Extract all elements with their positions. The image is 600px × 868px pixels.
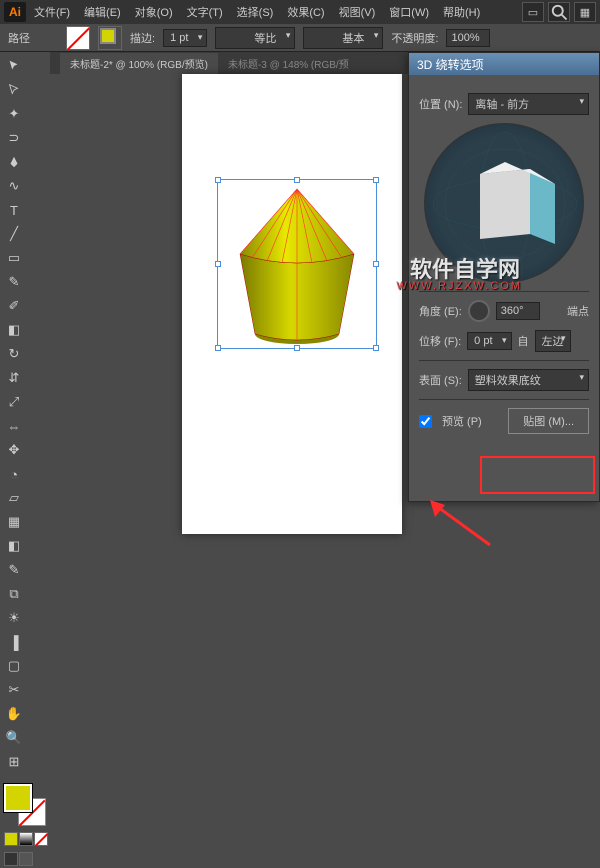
free-transform-tool-icon[interactable]: ✥	[3, 439, 25, 461]
reflect-tool-icon[interactable]: ⇵	[3, 367, 25, 389]
zoom-tool-icon[interactable]: 🔍	[3, 727, 25, 749]
hand-tool-icon[interactable]: ✋	[3, 703, 25, 725]
offset-input[interactable]: 0 pt	[467, 332, 511, 350]
lasso-tool-icon[interactable]: ⊃	[3, 127, 25, 149]
path-label: 路径	[8, 30, 30, 46]
brush-dropdown[interactable]: 基本	[303, 27, 383, 49]
position-label: 位置 (N):	[419, 96, 462, 112]
magic-wand-tool-icon[interactable]: ✦	[3, 103, 25, 125]
angle-label: 角度 (E):	[419, 303, 462, 319]
selection-tool-icon[interactable]	[3, 55, 25, 77]
stroke-weight-input[interactable]: 1 pt	[163, 29, 207, 47]
handle-br[interactable]	[373, 345, 379, 351]
width-tool-icon[interactable]: ⇔	[3, 415, 25, 437]
preview-label: 预览 (P)	[442, 413, 482, 429]
shape-builder-tool-icon[interactable]: ◔	[3, 463, 25, 485]
position-dropdown[interactable]: 离轴 - 前方	[468, 93, 589, 115]
angle-input[interactable]: 360°	[496, 302, 540, 320]
rectangle-tool-icon[interactable]: ▭	[3, 247, 25, 269]
surface-dropdown[interactable]: 塑料效果底纹	[468, 369, 589, 391]
artboard	[182, 74, 402, 534]
from-label: 自	[518, 333, 529, 349]
handle-tl[interactable]	[215, 177, 221, 183]
arrange-icon[interactable]: ▦	[574, 2, 596, 22]
menu-window[interactable]: 窗口(W)	[383, 2, 435, 22]
map-art-button[interactable]: 贴图 (M)...	[508, 408, 589, 434]
mesh-tool-icon[interactable]: ▦	[3, 511, 25, 533]
app-logo: Ai	[4, 2, 26, 22]
menu-edit[interactable]: 编辑(E)	[78, 2, 127, 22]
handle-tm[interactable]	[294, 177, 300, 183]
menu-object[interactable]: 对象(O)	[129, 2, 179, 22]
menu-text[interactable]: 文字(T)	[181, 2, 229, 22]
menu-effect[interactable]: 效果(C)	[281, 2, 330, 22]
symbol-tool-icon[interactable]: ☀	[3, 607, 25, 629]
preview-checkbox[interactable]	[419, 415, 432, 428]
gradient-tool-icon[interactable]: ◧	[3, 535, 25, 557]
graph-tool-icon[interactable]: ▐	[3, 631, 25, 653]
rotate-tool-icon[interactable]: ↻	[3, 343, 25, 365]
menu-select[interactable]: 选择(S)	[231, 2, 280, 22]
surface-label: 表面 (S):	[419, 372, 462, 388]
angle-dial[interactable]	[468, 300, 490, 322]
artboard-tool-icon[interactable]: ▢	[3, 655, 25, 677]
type-tool-icon[interactable]: T	[3, 199, 25, 221]
mini-swatch-gradient[interactable]	[19, 832, 33, 846]
stroke-label: 描边:	[130, 30, 155, 46]
opacity-input[interactable]: 100%	[446, 29, 490, 47]
handle-tr[interactable]	[373, 177, 379, 183]
control-bar: 路径 描边: 1 pt 等比 基本 不透明度: 100%	[0, 24, 600, 52]
cap-label: 端点	[567, 303, 589, 319]
search-icon[interactable]	[548, 2, 570, 22]
eraser-tool-icon[interactable]: ◧	[3, 319, 25, 341]
3d-shape[interactable]	[222, 184, 372, 344]
blend-tool-icon[interactable]: ⧉	[3, 583, 25, 605]
pen-tool-icon[interactable]	[3, 151, 25, 173]
mini-swatch-none[interactable]	[34, 832, 48, 846]
handle-mr[interactable]	[373, 261, 379, 267]
tab-doc1[interactable]: 未标题-2* @ 100% (RGB/预览)	[60, 53, 218, 74]
paintbrush-tool-icon[interactable]: ✎	[3, 271, 25, 293]
menu-help[interactable]: 帮助(H)	[437, 2, 486, 22]
scale-tool-icon[interactable]: ⤢	[3, 391, 25, 413]
handle-ml[interactable]	[215, 261, 221, 267]
panel-title: 3D 绕转选项	[409, 53, 599, 75]
menu-file[interactable]: 文件(F)	[28, 2, 76, 22]
stroke-swatch[interactable]	[98, 26, 122, 50]
perspective-tool-icon[interactable]: ▱	[3, 487, 25, 509]
direct-selection-tool-icon[interactable]	[3, 79, 25, 101]
mini-swatch-color[interactable]	[4, 832, 18, 846]
pencil-tool-icon[interactable]: ✐	[3, 295, 25, 317]
watermark-url: WWW.RJZXW.COM	[396, 280, 522, 292]
toolbox: ✦ ⊃ ∿ T ╱ ▭ ✎ ✐ ◧ ↻ ⇵ ⤢ ⇔ ✥ ◔ ▱ ▦ ◧ ✎ ⧉ …	[0, 52, 50, 868]
color-picker[interactable]	[2, 782, 48, 828]
toggle-tool-icon[interactable]: ⊞	[3, 751, 25, 773]
eyedropper-tool-icon[interactable]: ✎	[3, 559, 25, 581]
opacity-label: 不透明度:	[391, 30, 438, 46]
handle-bm[interactable]	[294, 345, 300, 351]
bounding-box	[217, 179, 377, 349]
line-tool-icon[interactable]: ╱	[3, 223, 25, 245]
menu-bar: Ai 文件(F) 编辑(E) 对象(O) 文字(T) 选择(S) 效果(C) 视…	[0, 0, 600, 24]
fill-color-front[interactable]	[4, 784, 32, 812]
edge-dropdown[interactable]: 左边	[535, 330, 571, 352]
mini-swatches	[2, 832, 48, 846]
curvature-tool-icon[interactable]: ∿	[3, 175, 25, 197]
slice-tool-icon[interactable]: ✂	[3, 679, 25, 701]
workspace-icon[interactable]: ▭	[522, 2, 544, 22]
profile-dropdown[interactable]: 等比	[215, 27, 295, 49]
screen-mode-normal-icon[interactable]	[4, 852, 18, 866]
menu-view[interactable]: 视图(V)	[333, 2, 382, 22]
fill-swatch[interactable]	[66, 26, 90, 50]
tab-doc2[interactable]: 未标题-3 @ 148% (RGB/预	[218, 53, 359, 74]
screen-mode-full-icon[interactable]	[19, 852, 33, 866]
offset-label: 位移 (F):	[419, 333, 461, 349]
handle-bl[interactable]	[215, 345, 221, 351]
